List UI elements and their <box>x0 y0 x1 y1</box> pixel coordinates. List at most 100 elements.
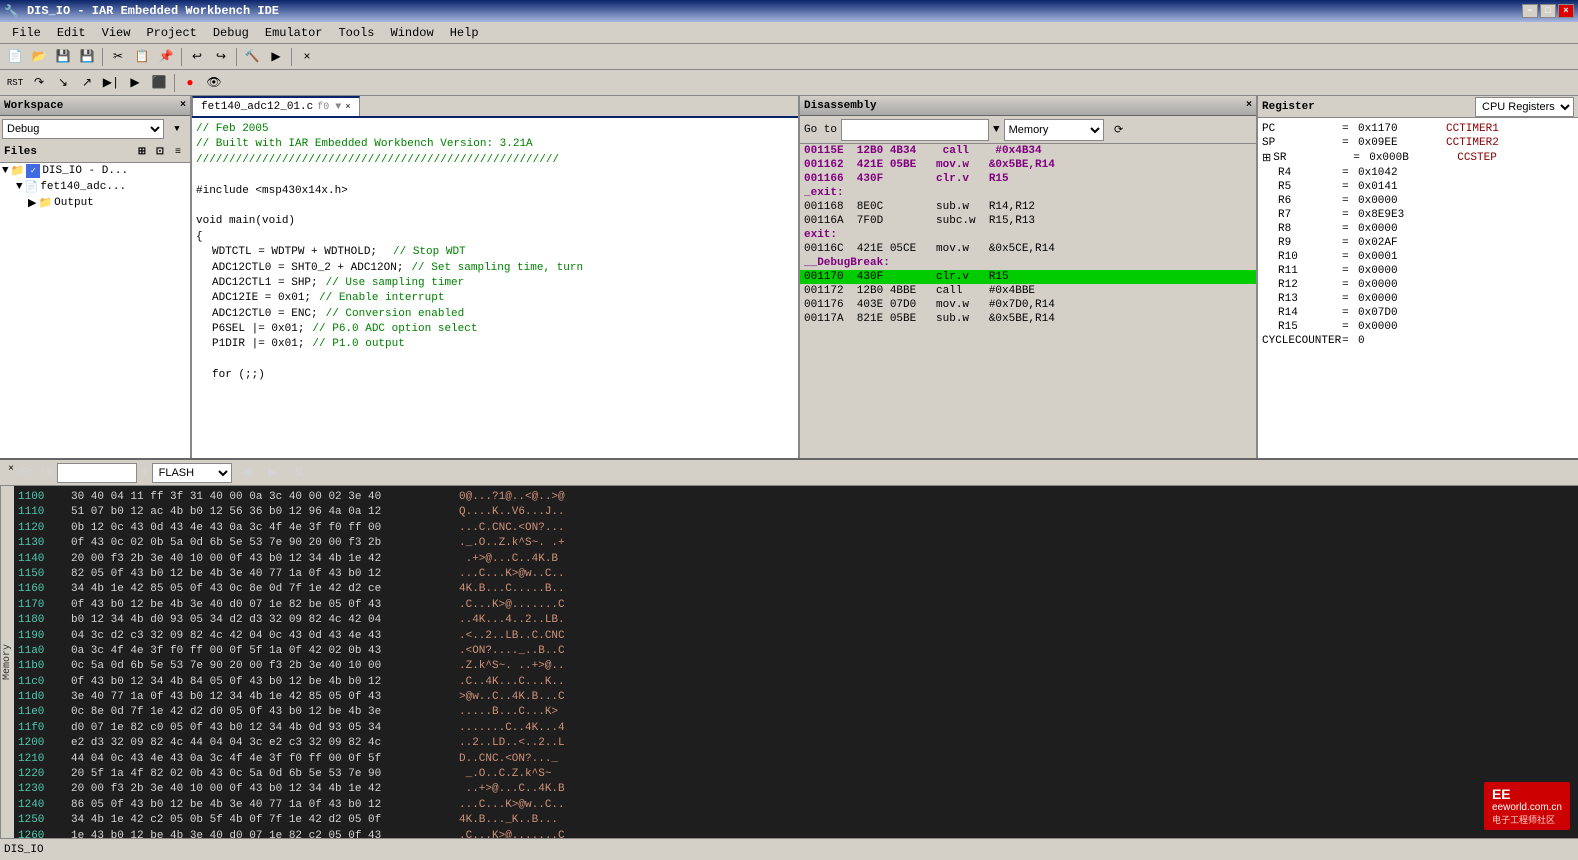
code-line <box>196 199 794 214</box>
paste-btn[interactable]: 📌 <box>155 46 177 68</box>
menu-project[interactable]: Project <box>138 24 204 42</box>
register-title: Register <box>1262 101 1315 113</box>
workspace-panel: Workspace × Debug ▼ Files ⊞ ⊡ ≡ ▼ <box>0 96 192 458</box>
reg-r8: R8 = 0x0000 <box>1262 222 1574 236</box>
tab-source[interactable]: fet140_adc12_01.c f0 ▼ × <box>192 96 360 116</box>
menu-tools[interactable]: Tools <box>330 24 382 42</box>
code-line: ADC12CTL0 = ENC; // Conversion enabled <box>196 307 794 322</box>
stop-btn[interactable]: ⬛ <box>148 72 170 94</box>
step-out-btn[interactable]: ↗ <box>76 72 98 94</box>
undo-btn[interactable]: ↩ <box>186 46 208 68</box>
disasm-close[interactable]: × <box>1246 100 1252 111</box>
memory-select[interactable]: Memory <box>1004 119 1104 141</box>
code-line: #include <msp430x14x.h> <box>196 184 794 199</box>
mem-row: 11700f 43 b0 12 be 4b 3e 40 d0 07 1e 82 … <box>18 598 1574 613</box>
mem-row: 115082 05 0f 43 b0 12 be 4b 3e 40 77 1a … <box>18 567 1574 582</box>
memory-refresh-btn[interactable]: ⇅ <box>288 462 310 484</box>
redo-btn[interactable]: ↪ <box>210 46 232 68</box>
tree-file[interactable]: ▼ 📄 fet140_adc... <box>0 179 190 195</box>
mem-row: 1200e2 d3 32 09 82 4c 44 04 04 3c e2 c3 … <box>18 736 1574 751</box>
flash-select[interactable]: FLASH <box>152 463 232 483</box>
register-type-select[interactable]: CPU Registers <box>1475 97 1574 117</box>
save-btn[interactable]: 💾 <box>52 46 74 68</box>
reg-r6: R6 = 0x0000 <box>1262 194 1574 208</box>
maximize-button[interactable]: □ <box>1540 4 1556 18</box>
build-btn[interactable]: 🔨 <box>241 46 263 68</box>
menu-edit[interactable]: Edit <box>49 24 94 42</box>
disasm-scroll[interactable]: 00115E 12B0 4B34 call #0x4B34 001162 421… <box>800 144 1256 458</box>
workspace-config-btn[interactable]: ▼ <box>166 118 188 140</box>
debug-toolbar: RST ↷ ↘ ↗ ▶| ▶ ⬛ ● 👁 <box>0 70 1578 96</box>
mem-row: 116034 4b 1e 42 85 05 0f 43 0c 8e 0d 7f … <box>18 582 1574 597</box>
sr-expand-icon[interactable]: ⊞ <box>1262 151 1271 165</box>
register-header: Register CPU Registers <box>1258 96 1578 118</box>
copy-btn[interactable]: 📋 <box>131 46 153 68</box>
mem-row: 12601e 43 b0 12 be 4b 3e 40 d0 07 1e 82 … <box>18 829 1574 838</box>
step-in-btn[interactable]: ↘ <box>52 72 74 94</box>
tree-output[interactable]: ▶ 📁 Output <box>0 195 190 211</box>
mem-row: 125034 4b 1e 42 c2 05 0b 5f 4b 0f 7f 1e … <box>18 813 1574 828</box>
memory-content[interactable]: 110030 40 04 11 ff 3f 31 40 00 0a 3c 40 … <box>14 486 1578 838</box>
mem-row: 11e00c 8e 0d 7f 1e 42 d2 d0 05 0f 43 b0 … <box>18 705 1574 720</box>
mem-row: 11c00f 43 b0 12 34 4b 84 05 0f 43 b0 12 … <box>18 675 1574 690</box>
disasm-refresh-btn[interactable]: ⟳ <box>1108 119 1130 141</box>
disasm-label-exit: 001162 421E 05BE mov.w &0x5BE,R14 <box>800 158 1256 172</box>
files-icon-btn2[interactable]: ⊡ <box>152 144 168 160</box>
workspace-close[interactable]: × <box>180 100 186 111</box>
files-header: Files ⊞ ⊡ ≡ <box>0 142 190 163</box>
close-button[interactable]: × <box>1558 4 1574 18</box>
menu-bar: File Edit View Project Debug Emulator To… <box>0 22 1578 44</box>
debug-select[interactable]: Debug <box>2 119 164 139</box>
run-to-btn[interactable]: ▶| <box>100 72 122 94</box>
save-all-btn[interactable]: 💾 <box>76 46 98 68</box>
new-btn[interactable]: 📄 <box>4 46 26 68</box>
reg-r12: R12 = 0x0000 <box>1262 278 1574 292</box>
cut-btn[interactable]: ✂ <box>107 46 129 68</box>
memory-toolbar: × Go to ▼ FLASH ◀ ▶ ⇅ <box>0 460 1578 486</box>
mem-row: 11b00c 5a 0d 6b 5e 53 7e 90 20 00 f3 2b … <box>18 659 1574 674</box>
goto-bottom-input[interactable] <box>57 463 137 483</box>
reg-r11: R11 = 0x0000 <box>1262 264 1574 278</box>
menu-window[interactable]: Window <box>383 24 442 42</box>
run-btn[interactable]: ▶ <box>124 72 146 94</box>
reset-btn[interactable]: RST <box>4 72 26 94</box>
editor-content[interactable]: // Feb 2005 // Built with IAR Embedded W… <box>192 118 798 458</box>
files-icon-btn3[interactable]: ≡ <box>170 144 186 160</box>
workspace-tree: ▼ 📁 ✓ DIS_IO - D... ▼ 📄 fet140_adc... ▶ … <box>0 163 190 458</box>
tab-close-btn[interactable]: × <box>345 102 350 112</box>
memory-prev-btn[interactable]: ◀ <box>236 462 258 484</box>
goto-dropdown-btn[interactable]: ▼ <box>993 124 1000 136</box>
menu-emulator[interactable]: Emulator <box>257 24 331 42</box>
memory-panel-close[interactable]: × <box>4 462 18 476</box>
output-name: Output <box>54 197 94 209</box>
mem-row: 124086 05 0f 43 b0 12 be 4b 3e 40 77 1a … <box>18 798 1574 813</box>
debugbreak-label: __DebugBreak: <box>800 256 1256 270</box>
disasm-row: 001176 403E 07D0 mov.w #0x7D0,R14 <box>800 298 1256 312</box>
brace-open: { <box>196 230 203 245</box>
mem-row: 1180b0 12 34 4b d0 93 05 34 d2 d3 32 09 … <box>18 613 1574 628</box>
cancel-btn[interactable]: × <box>296 46 318 68</box>
title-bar: 🔧 DIS_IO - IAR Embedded Workbench IDE − … <box>0 0 1578 22</box>
memory-next-btn[interactable]: ▶ <box>262 462 284 484</box>
register-content: PC = 0x1170 CCTIMER1 SP = 0x09EE CCTIMER… <box>1258 118 1578 458</box>
step-over-btn[interactable]: ↷ <box>28 72 50 94</box>
goto-bottom-dropdown[interactable]: ▼ <box>141 467 148 479</box>
status-bar: DIS_IO <box>0 838 1578 860</box>
disasm-toolbar: Go to ▼ Memory ⟳ <box>800 116 1256 144</box>
project-check: ✓ <box>26 164 40 178</box>
menu-file[interactable]: File <box>4 24 49 42</box>
mem-row: 110030 40 04 11 ff 3f 31 40 00 0a 3c 40 … <box>18 490 1574 505</box>
breakpoint-btn[interactable]: ● <box>179 72 201 94</box>
open-btn[interactable]: 📂 <box>28 46 50 68</box>
tree-root[interactable]: ▼ 📁 ✓ DIS_IO - D... <box>0 163 190 179</box>
goto-input[interactable] <box>841 119 989 141</box>
menu-help[interactable]: Help <box>442 24 487 42</box>
watch-btn[interactable]: 👁 <box>203 72 225 94</box>
minimize-button[interactable]: − <box>1522 4 1538 18</box>
files-icon-btn1[interactable]: ⊞ <box>134 144 150 160</box>
menu-debug[interactable]: Debug <box>205 24 257 42</box>
debug-btn[interactable]: ▶ <box>265 46 287 68</box>
reg-r7: R7 = 0x8E9E3 <box>1262 208 1574 222</box>
menu-view[interactable]: View <box>94 24 139 42</box>
code-line: ////////////////////////////////////////… <box>196 153 794 168</box>
